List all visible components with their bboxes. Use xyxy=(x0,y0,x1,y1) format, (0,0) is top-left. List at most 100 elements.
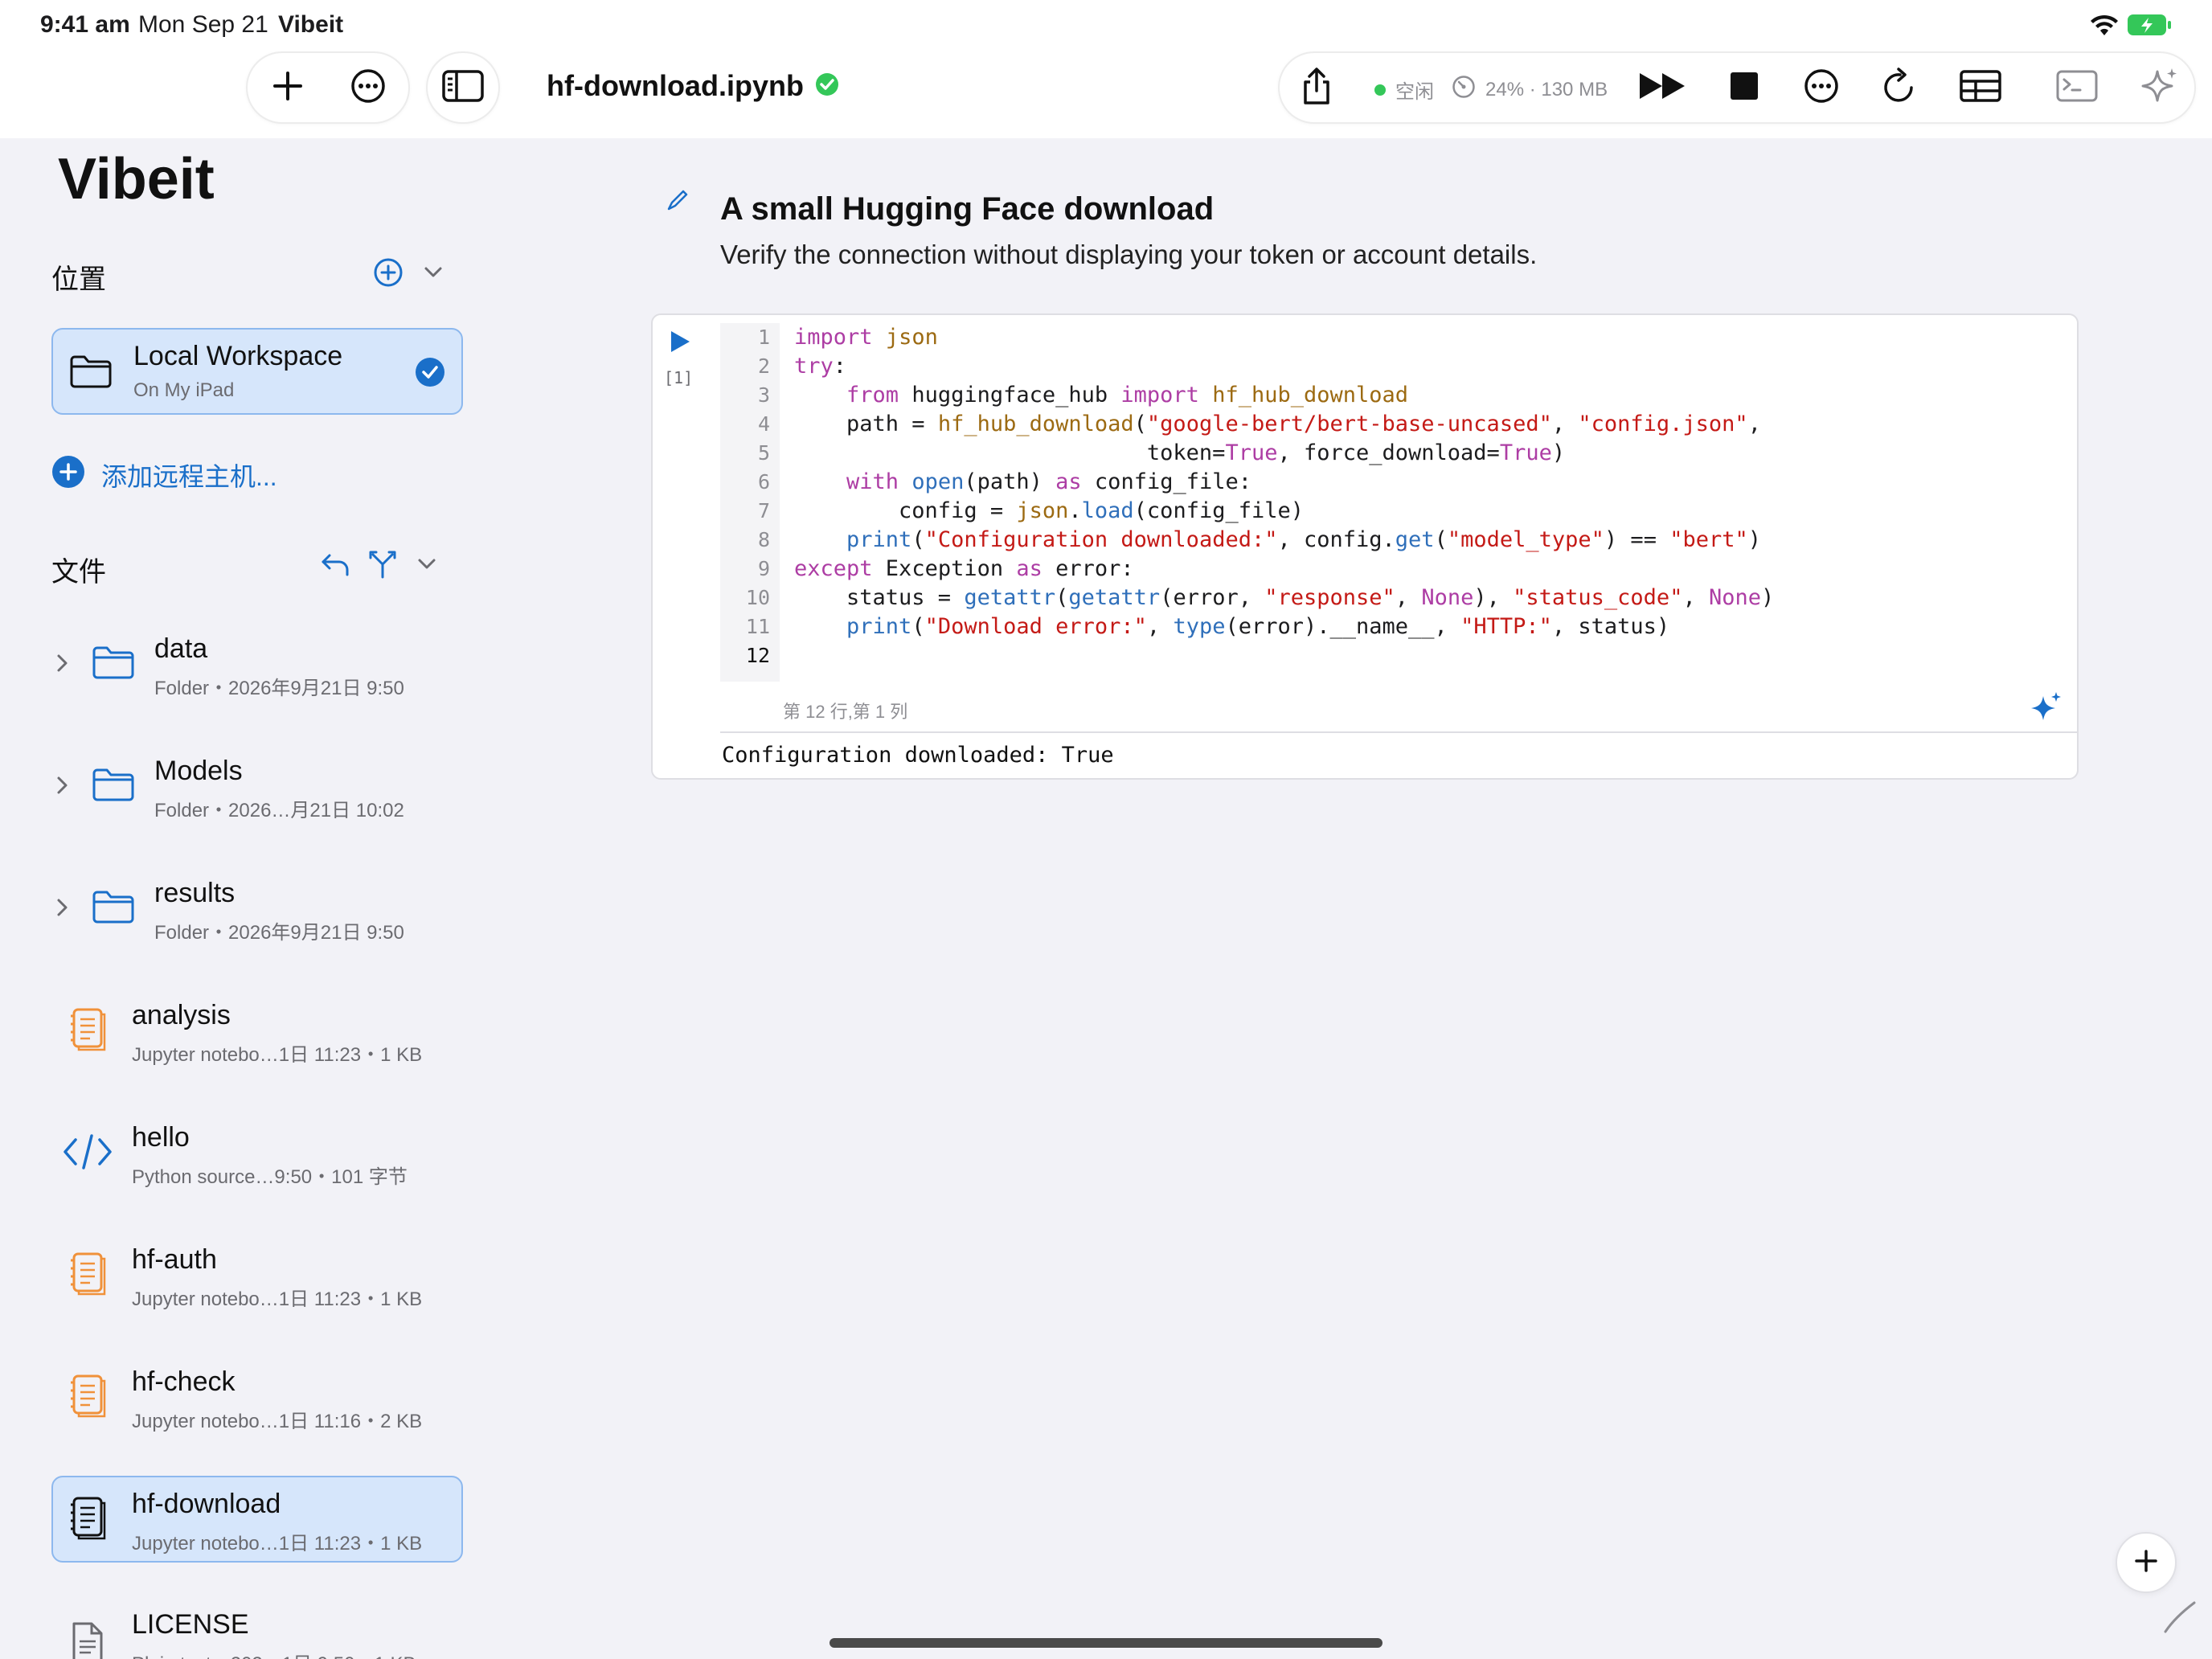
add-remote-host-button[interactable]: 添加远程主机... xyxy=(51,455,277,495)
file-item-data[interactable]: data Folder・2026年9月21日 9:50 xyxy=(51,621,463,707)
line-number: 9 xyxy=(757,557,770,580)
folder-icon xyxy=(69,354,113,393)
floating-add-cell-button[interactable] xyxy=(2116,1532,2177,1593)
cell-more-button[interactable] xyxy=(1791,57,1852,118)
location-subtitle: On My iPad xyxy=(133,379,235,401)
notebook-icon xyxy=(71,1495,106,1544)
line-number: 12 xyxy=(745,644,770,667)
pencil-scribble-icon xyxy=(2162,1600,2198,1639)
app-title: Vibeit xyxy=(58,147,215,211)
file-name: analysis xyxy=(132,1000,231,1030)
home-indicator xyxy=(830,1638,1382,1648)
add-cell-button[interactable] xyxy=(257,57,318,118)
execution-count: [1] xyxy=(664,368,694,387)
sparkles-icon xyxy=(2141,67,2180,109)
line-number: 8 xyxy=(757,528,770,551)
cell-ai-sparkles-icon[interactable] xyxy=(2030,691,2062,727)
code-editor[interactable]: 1 import json 2 try: 3 from huggingface_hu… xyxy=(720,323,2071,682)
file-meta: Jupyter notebo…1日 11:23・1 KB xyxy=(132,1044,423,1066)
toolbar: hf-download.ipynb 空闲 24% · 130 MB xyxy=(0,51,2212,138)
chevron-right-icon[interactable] xyxy=(53,651,72,679)
notebook-icon xyxy=(71,1006,106,1055)
file-meta: Jupyter notebo…1日 11:16・2 KB xyxy=(132,1411,423,1432)
kernel-status[interactable]: 空闲 24% · 130 MB xyxy=(1374,75,1608,104)
terminal-button[interactable] xyxy=(2046,57,2108,118)
toggle-sidebar-button[interactable] xyxy=(426,51,500,124)
file-item-results[interactable]: results Folder・2026年9月21日 9:50 xyxy=(51,865,463,952)
files-header: 文件 xyxy=(51,557,106,588)
folder-icon xyxy=(92,889,135,928)
cell-output: Configuration downloaded: True xyxy=(722,743,1114,768)
run-all-button[interactable] xyxy=(1633,57,1694,118)
line-number: 4 xyxy=(757,412,770,436)
sidebar-icon xyxy=(442,69,484,106)
file-item-hf-download[interactable]: hf-download Jupyter notebo…1日 11:23・1 KB xyxy=(51,1476,463,1563)
status-app-name: Vibeit xyxy=(278,11,344,38)
file-item-hello[interactable]: hello Python source…9:50・101 字节 xyxy=(51,1109,463,1196)
kernel-idle-indicator xyxy=(1374,84,1386,96)
code-line: 11 print("Download error:", type(error).… xyxy=(720,612,2071,641)
file-item-hf-auth[interactable]: hf-auth Jupyter notebo…1日 11:23・1 KB xyxy=(51,1231,463,1318)
add-location-button[interactable] xyxy=(373,257,403,292)
saved-checkmark-icon xyxy=(815,72,839,100)
status-time: 9:41 am xyxy=(40,11,130,38)
chevron-down-icon[interactable] xyxy=(421,260,445,289)
file-meta: Folder・2026…月21日 10:02 xyxy=(154,800,404,821)
stop-icon xyxy=(1730,72,1759,104)
file-name: hf-download xyxy=(132,1489,281,1519)
restart-kernel-button[interactable] xyxy=(1870,57,1931,118)
file-item-analysis[interactable]: analysis Jupyter notebo…1日 11:23・1 KB xyxy=(51,987,463,1074)
wifi-icon xyxy=(2090,14,2119,41)
code-line: 5 token=True, force_download=True) xyxy=(720,439,2071,468)
files-actions xyxy=(320,550,439,583)
more-menu-button[interactable] xyxy=(338,57,399,118)
stop-button[interactable] xyxy=(1714,57,1775,118)
chevron-right-icon[interactable] xyxy=(53,895,72,924)
document-title: hf-download.ipynb xyxy=(547,69,804,102)
file-name: Models xyxy=(154,756,243,786)
restart-icon xyxy=(1882,67,1918,109)
fast-forward-icon xyxy=(1638,70,1690,106)
ellipsis-circle-icon xyxy=(350,68,386,108)
run-cell-button[interactable] xyxy=(669,330,691,358)
selected-checkmark-icon xyxy=(415,357,445,391)
plus-icon xyxy=(2133,1548,2159,1578)
file-name: hf-auth xyxy=(132,1244,217,1275)
edit-markdown-button[interactable] xyxy=(666,188,690,216)
sidebar: Vibeit 位置 Local Workspace On My iPad 添加远… xyxy=(0,138,521,1659)
add-remote-host-label: 添加远程主机... xyxy=(101,462,277,491)
kernel-state-label: 空闲 xyxy=(1395,81,1434,103)
line-number: 7 xyxy=(757,499,770,522)
toolbar-right-group: 空闲 24% · 130 MB xyxy=(1278,51,2196,124)
line-number: 6 xyxy=(757,470,770,494)
file-item-models[interactable]: Models Folder・2026…月21日 10:02 xyxy=(51,743,463,830)
branch-icon[interactable] xyxy=(368,550,397,583)
document-title-area[interactable]: hf-download.ipynb xyxy=(547,69,839,103)
location-name: Local Workspace xyxy=(133,341,343,371)
gauge-icon xyxy=(1452,75,1476,104)
ellipsis-circle-icon xyxy=(1804,68,1839,108)
ai-assistant-button[interactable] xyxy=(2130,57,2191,118)
share-button[interactable] xyxy=(1286,57,1347,118)
file-item-hf-check[interactable]: hf-check Jupyter notebo…1日 11:16・2 KB xyxy=(51,1354,463,1440)
line-number: 11 xyxy=(745,615,770,638)
code-line: 9 except Exception as error: xyxy=(720,555,2071,584)
chevron-down-icon[interactable] xyxy=(415,552,439,580)
file-item-license[interactable]: LICENSE Plain text・202…1日 9:50・1 KB xyxy=(51,1598,463,1659)
locations-header: 位置 xyxy=(51,264,106,295)
code-line: 3 from huggingface_hub import hf_hub_dow… xyxy=(720,381,2071,410)
cursor-position: 第 12 行,第 1 列 xyxy=(783,702,908,722)
document-icon xyxy=(71,1620,104,1659)
code-line: 2 try: xyxy=(720,352,2071,381)
chevron-right-icon[interactable] xyxy=(53,773,72,801)
back-arrow-icon[interactable] xyxy=(320,551,350,582)
code-line: 12 xyxy=(720,641,2071,670)
share-icon xyxy=(1301,67,1333,109)
file-meta: Folder・2026年9月21日 9:50 xyxy=(154,678,404,699)
terminal-icon xyxy=(2056,70,2098,106)
code-line: 8 print("Configuration downloaded:", con… xyxy=(720,526,2071,555)
location-local-workspace[interactable]: Local Workspace On My iPad xyxy=(51,328,463,415)
resource-usage: 24% · 130 MB xyxy=(1485,78,1608,100)
variables-table-button[interactable] xyxy=(1950,57,2011,118)
code-cell[interactable]: [1] 1 import json 2 try: 3 from huggingfac… xyxy=(651,313,2079,780)
